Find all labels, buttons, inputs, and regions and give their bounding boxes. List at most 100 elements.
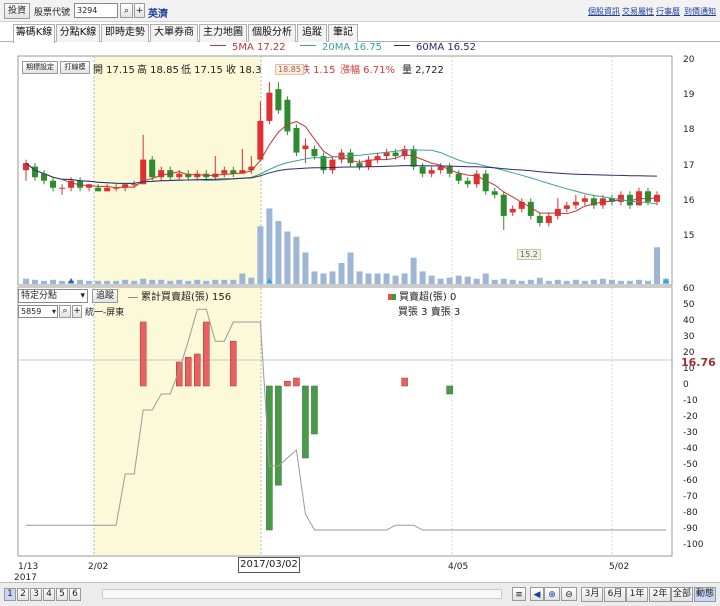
indicator-settings-button[interactable]: 期標設定 (22, 61, 58, 74)
net-bar (175, 361, 183, 387)
candle-body (617, 194, 624, 202)
buy-sell-count: 買張 3 賣張 3 (398, 307, 461, 318)
volume-bar (617, 280, 624, 284)
page-button[interactable]: 4 (43, 588, 55, 601)
range-button[interactable]: 3月 (581, 587, 603, 602)
volume-bar (266, 208, 273, 284)
broker-mode-select[interactable]: 特定分點 ▾ (18, 289, 88, 303)
candle-body (572, 201, 579, 206)
y-tick-bottom: -100 (683, 540, 704, 550)
volume-bar (131, 280, 138, 284)
volume-bar (311, 271, 318, 284)
candle-body (59, 187, 66, 189)
y-tick-bottom: -90 (683, 524, 698, 534)
low-price: 低 17.15 (181, 65, 223, 76)
volume-bar (491, 279, 498, 284)
volume-bar (410, 257, 417, 284)
range-button[interactable]: 全部 (671, 587, 693, 602)
candle-body (383, 152, 390, 157)
crosshair-date-label: 2017/03/02 (238, 557, 300, 573)
price-change-pct: 漲幅 6.71% (340, 65, 395, 76)
candle-body (50, 180, 57, 188)
candle-body (464, 180, 471, 185)
zoom-in-icon[interactable]: ⊕ (544, 587, 560, 601)
y-tick-bottom: -10 (683, 396, 698, 406)
volume-bar (86, 280, 93, 284)
candle-body (563, 205, 570, 209)
volume-bar (374, 273, 381, 284)
page-button[interactable]: 1 (4, 588, 16, 601)
page-button[interactable]: 2 (17, 588, 29, 601)
net-bar (284, 380, 291, 387)
search-icon[interactable]: ⌕ (59, 305, 71, 318)
volume-bar (599, 278, 606, 284)
y-tick-top: 18 (683, 125, 695, 136)
candle-body (500, 194, 507, 216)
y-tick-bottom: -20 (683, 412, 698, 422)
volume-bar (464, 276, 471, 284)
candle-body (356, 163, 363, 167)
range-button[interactable]: 2年 (649, 587, 671, 602)
net-bar (293, 377, 300, 387)
event-marker (68, 278, 75, 283)
scroll-left-icon[interactable]: ◀ (530, 587, 544, 601)
volume-bar (77, 279, 84, 284)
candle-body (644, 191, 651, 202)
y-tick-top: 20 (683, 55, 695, 66)
candle-body (302, 145, 309, 150)
x-label-jan13: 1/13 (18, 562, 39, 572)
y-tick-bottom: 40 (683, 316, 695, 326)
volume-bar (59, 280, 66, 284)
volume-bar (446, 277, 453, 284)
scroll-thumb-icon[interactable]: ≡ (512, 587, 526, 601)
y-tick-top: 15 (683, 231, 695, 242)
y-tick-bottom: -70 (683, 492, 698, 502)
volume-bar (248, 277, 255, 284)
chevron-down-icon: ▾ (51, 307, 56, 316)
volume-bar (212, 279, 219, 284)
volume: 量 2,722 (402, 65, 444, 76)
volume-bar (122, 279, 129, 284)
add-icon[interactable]: + (72, 305, 82, 318)
page-button[interactable]: 6 (69, 588, 81, 601)
volume-bar (302, 252, 309, 284)
volume-bar (401, 273, 408, 284)
candle-body (293, 127, 300, 153)
y-tick-bottom: -50 (683, 460, 698, 470)
draw-line-button[interactable]: 打線模 (60, 61, 90, 74)
volume-bar (293, 236, 300, 284)
candle-body (410, 149, 417, 167)
horizontal-scrollbar[interactable] (102, 589, 502, 599)
volume-bar (356, 271, 363, 284)
volume-bar (113, 280, 120, 284)
volume-bar (50, 279, 57, 284)
y-tick-bottom: -40 (683, 444, 698, 454)
volume-bar (590, 279, 597, 284)
volume-bar (158, 279, 165, 284)
high-marker-label: 18.85 (275, 64, 304, 75)
page-button[interactable]: 3 (30, 588, 42, 601)
page-button[interactable]: 5 (56, 588, 68, 601)
broker-name: 統一-屏東 (85, 308, 125, 318)
volume-bar (554, 279, 561, 284)
zoom-out-icon[interactable]: ⊖ (561, 587, 577, 601)
range-button[interactable]: 1年 (626, 587, 648, 602)
candle-body (419, 166, 426, 174)
volume-bar (257, 226, 264, 284)
chevron-down-icon: ▾ (80, 291, 85, 301)
candle-body (581, 198, 588, 202)
candle-body (554, 208, 561, 216)
candle-body (482, 173, 489, 192)
track-button[interactable]: 追蹤 (92, 289, 118, 303)
range-button[interactable]: 動態 (694, 587, 716, 602)
range-button[interactable]: 6月 (604, 587, 626, 602)
candle-body (437, 166, 444, 171)
volume-bar (455, 275, 462, 284)
broker-code-input[interactable]: 5859 ▾ (18, 305, 58, 318)
candle-body (329, 159, 336, 171)
candle-body (95, 187, 102, 192)
candle-body (374, 156, 381, 160)
volume-bar (644, 280, 651, 284)
volume-bar (194, 279, 201, 284)
net-bar (311, 385, 318, 435)
